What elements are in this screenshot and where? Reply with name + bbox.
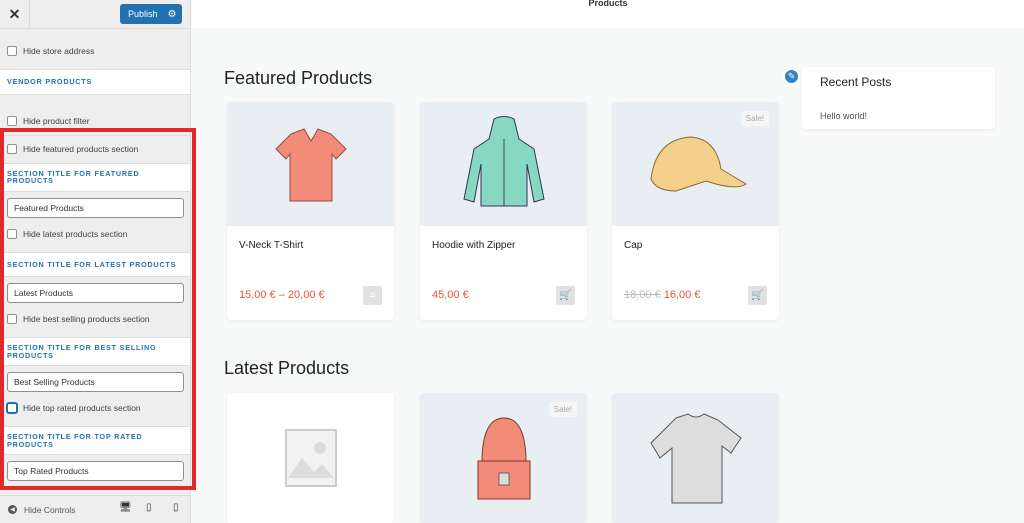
checkbox[interactable] xyxy=(7,403,17,413)
widget-title: Recent Posts xyxy=(820,75,892,89)
placeholder-image-icon xyxy=(284,429,337,487)
featured-title-label: SECTION TITLE FOR FEATURED PRODUCTS xyxy=(0,162,190,192)
label: Hide featured products section xyxy=(23,144,139,154)
featured-section-title: Featured Products xyxy=(224,68,373,88)
hide-best-checkbox[interactable]: Hide best selling products section xyxy=(0,309,190,329)
hide-controls-button[interactable]: Hide Controls xyxy=(24,505,76,515)
hide-store-address-checkbox[interactable]: Hide store address xyxy=(0,37,190,65)
site-preview: Products Featured Products ✎ Recent Post… xyxy=(192,0,1024,523)
checkbox[interactable] xyxy=(7,314,17,324)
site-header: Products xyxy=(192,0,1024,28)
collapse-icon[interactable]: ◀ xyxy=(8,505,17,514)
beanie-image xyxy=(477,417,530,500)
featured-title-input[interactable]: Featured Products xyxy=(7,197,184,218)
best-title-input[interactable]: Best Selling Products xyxy=(7,372,184,392)
mobile-icon[interactable]: ▯ xyxy=(173,502,179,513)
product-name[interactable]: Cap xyxy=(612,226,779,270)
tablet-icon[interactable]: ▯ xyxy=(146,502,152,513)
vendor-products-heading: VENDOR PRODUCTS xyxy=(0,69,190,95)
footer-bar: ◀ Hide Controls 🖥 ▯ ▯ xyxy=(0,495,191,523)
tshirt-image xyxy=(274,128,347,202)
product-price: 45,00 € xyxy=(432,289,469,301)
product-card[interactable]: Sale! xyxy=(420,393,587,523)
hide-product-filter-checkbox[interactable]: Hide product filter xyxy=(0,107,190,135)
hide-latest-checkbox[interactable]: Hide latest products section xyxy=(0,224,190,244)
post-link[interactable]: Hello world! xyxy=(820,111,867,121)
customizer-panel: ✕ Publish ⚙ Hide store address VENDOR PRO… xyxy=(0,0,191,523)
top-title-label: SECTION TITLE FOR TOP RATED PRODUCTS xyxy=(0,426,190,455)
pencil-icon[interactable]: ✎ xyxy=(783,68,800,85)
hide-featured-checkbox[interactable]: Hide featured products section xyxy=(0,134,190,163)
hide-top-checkbox[interactable]: Hide top rated products section xyxy=(0,398,190,418)
product-image[interactable] xyxy=(420,102,587,226)
product-image[interactable] xyxy=(227,393,394,523)
cap-image xyxy=(649,136,747,192)
label: Hide top rated products section xyxy=(23,403,141,413)
checkbox[interactable] xyxy=(7,228,17,239)
checkbox[interactable] xyxy=(7,46,17,56)
cart-icon[interactable]: 🛒 xyxy=(748,285,767,305)
product-image[interactable] xyxy=(227,102,394,226)
product-card[interactable] xyxy=(227,393,394,523)
desktop-icon[interactable]: 🖥 xyxy=(119,502,132,513)
old-price: 18,00 € xyxy=(624,289,661,301)
tshirt-image xyxy=(649,413,742,504)
product-card[interactable]: Sale! Cap 18,00 €16,00 € 🛒 xyxy=(612,102,779,320)
label: Hide latest products section xyxy=(23,228,128,239)
label: Hide best selling products section xyxy=(23,314,150,324)
product-name[interactable]: Hoodie with Zipper xyxy=(420,226,587,270)
product-card[interactable]: Hoodie with Zipper 45,00 € 🛒 xyxy=(420,102,587,320)
gear-icon[interactable]: ⚙ xyxy=(168,9,177,20)
publish-button[interactable]: Publish ⚙ xyxy=(120,4,182,24)
top-title-input[interactable]: Top Rated Products xyxy=(7,461,184,481)
product-card[interactable] xyxy=(612,393,779,523)
menu-icon[interactable]: ≡ xyxy=(363,285,382,305)
latest-title-input[interactable]: Latest Products xyxy=(7,283,184,303)
hoodie-image xyxy=(462,116,545,207)
label: Hide product filter xyxy=(23,115,90,126)
close-icon[interactable]: ✕ xyxy=(0,0,30,29)
latest-section-title: Latest Products xyxy=(224,358,350,378)
best-title-label: SECTION TITLE FOR BEST SELLING PRODUCTS xyxy=(0,337,190,366)
label: Hide store address xyxy=(23,46,95,56)
customizer-topbar: ✕ Publish ⚙ xyxy=(0,0,190,29)
product-name[interactable]: V-Neck T-Shirt xyxy=(227,226,394,270)
product-image[interactable] xyxy=(612,393,779,523)
checkbox[interactable] xyxy=(7,144,17,154)
product-price: 16,00 € xyxy=(663,289,701,301)
recent-posts-widget: Recent Posts Hello world! xyxy=(802,67,995,129)
product-image[interactable]: Sale! xyxy=(420,393,587,523)
sale-badge: Sale! xyxy=(740,111,769,126)
product-image[interactable]: Sale! xyxy=(612,102,779,226)
product-card[interactable]: V-Neck T-Shirt 15,00 € – 20,00 € ≡ xyxy=(227,102,394,320)
sale-badge: Sale! xyxy=(548,402,577,417)
cart-icon[interactable]: 🛒 xyxy=(556,285,575,305)
latest-title-label: SECTION TITLE FOR LATEST PRODUCTS xyxy=(0,251,190,277)
product-price: 15,00 € – 20,00 € xyxy=(239,289,325,301)
checkbox[interactable] xyxy=(7,115,17,126)
